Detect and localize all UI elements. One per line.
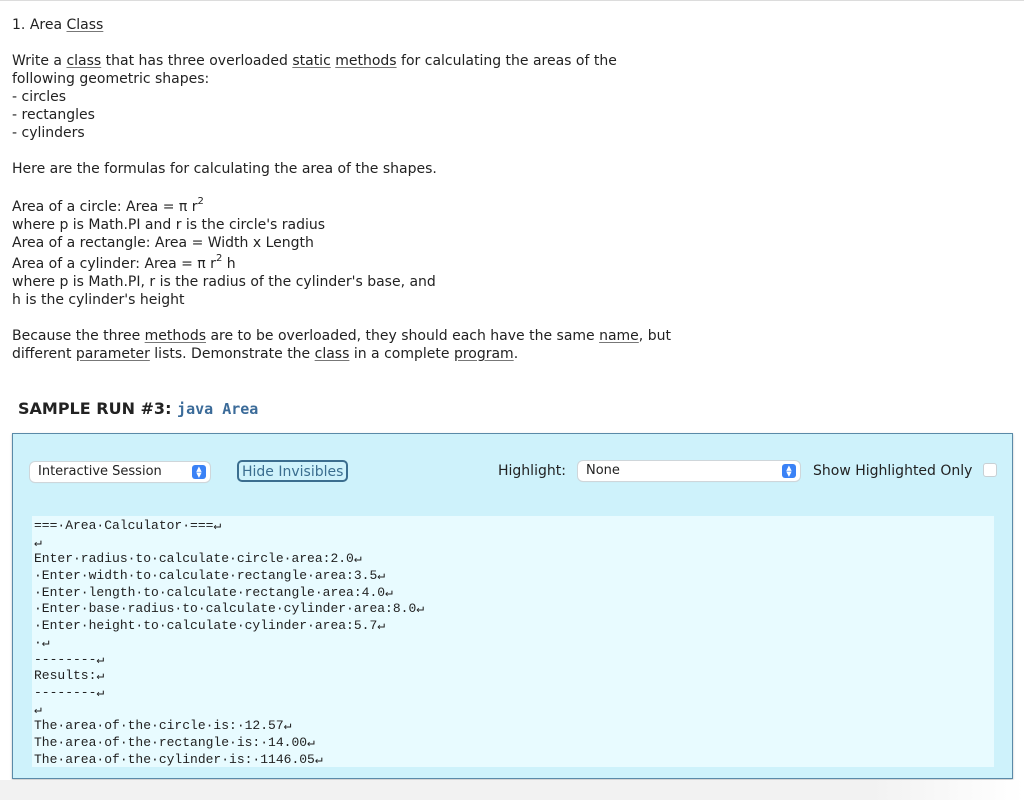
glossary-link-parameter[interactable]: parameter (76, 346, 150, 362)
show-highlighted-only-label: Show Highlighted Only (813, 463, 973, 479)
output-line: ·Enter·base·radius·to·calculate·cylinder… (34, 601, 425, 617)
closing-line: Because the three methods are to be over… (12, 327, 732, 345)
session-select[interactable]: Interactive Session ▲ ▼ (30, 462, 210, 482)
circle-formula-text: Area of a circle: Area = π r (12, 199, 198, 215)
text-segment: for calculating the areas of the (396, 53, 617, 69)
output-line: Enter·radius·to·calculate·circle·area:2.… (34, 551, 362, 567)
show-highlighted-only-checkbox[interactable] (983, 463, 997, 477)
output-line: The·area·of·the·circle·is:·12.57↵ (34, 718, 292, 734)
text-segment: , but (638, 328, 671, 344)
cylinder-formula-text: Area of a cylinder: Area = π r (12, 256, 216, 272)
circle-exponent: 2 (197, 196, 204, 208)
intro-line-2: following geometric shapes: (12, 71, 210, 87)
glossary-link-methods[interactable]: methods (335, 53, 396, 69)
shape-item: - cylinders (12, 125, 85, 141)
highlight-label: Highlight: (498, 463, 566, 479)
rectangle-formula: Area of a rectangle: Area = Width x Leng… (12, 235, 314, 251)
cylinder-exponent: 2 (215, 253, 223, 265)
session-select-value: Interactive Session (38, 464, 162, 479)
text-segment: different (12, 346, 76, 362)
glossary-link-static[interactable]: static (292, 53, 330, 69)
glossary-link-class[interactable]: class (315, 346, 350, 362)
highlight-select-value: None (586, 463, 620, 478)
output-line: ·Enter·width·to·calculate·rectangle·area… (34, 568, 386, 584)
output-line: ·Enter·height·to·calculate·cylinder·area… (34, 618, 386, 634)
problem-title-text: Area (29, 17, 63, 33)
text-segment: lists. Demonstrate the (149, 346, 315, 362)
hide-invisibles-button[interactable]: Hide Invisibles (237, 460, 349, 482)
output-line: The·area·of·the·cylinder·is:·1146.05↵ (34, 751, 323, 767)
output-line: ·Enter·length·to·calculate·rectangle·are… (34, 584, 393, 600)
output-line: ↵ (34, 534, 42, 550)
text-segment: . (513, 346, 519, 362)
output-line: ===·Area·Calculator·===↵ (34, 518, 222, 533)
glossary-link-class[interactable]: class (66, 53, 101, 69)
cylinder-formula-h: h (222, 256, 236, 272)
problem-description: 1. Area Class Write a class that has thr… (12, 16, 732, 363)
intro-line: Write a class that has three overloaded … (12, 52, 732, 70)
glossary-link-program[interactable]: program (454, 346, 514, 362)
problem-title: 1. Area Class (12, 16, 732, 34)
output-line: Results:↵ (34, 668, 105, 684)
text-segment: Write a (12, 53, 67, 69)
cylinder-formula: Area of a cylinder: Area = π r2 h (12, 253, 732, 273)
select-arrows-icon: ▲ ▼ (192, 465, 206, 479)
circle-formula: Area of a circle: Area = π r2 (12, 196, 732, 216)
glossary-link-class[interactable]: Class (66, 17, 103, 33)
output-line: ↵ (34, 701, 42, 717)
program-output: ===·Area·Calculator·===↵ ↵ Enter·radius·to… (32, 516, 994, 767)
output-line: --------↵ (34, 651, 105, 667)
sample-run-heading: SAMPLE RUN #3: java Area (18, 399, 258, 418)
output-line: ·↵ (34, 634, 50, 650)
sample-run-panel: Interactive Session ▲ ▼ Hide Invisibles H… (12, 433, 1013, 779)
cylinder-note: where p is Math.PI, r is the radius of t… (12, 274, 436, 290)
text-segment: are to be overloaded, they should each h… (206, 328, 600, 344)
cylinder-note-2: h is the cylinder's height (12, 292, 185, 308)
shape-item: - circles (12, 89, 67, 105)
text-segment: that has three overloaded (101, 53, 293, 69)
output-line: --------↵ (34, 684, 105, 700)
circle-note: where p is Math.PI and r is the circle's… (12, 217, 326, 233)
formulas-heading: Here are the formulas for calculating th… (12, 161, 437, 177)
text-segment: Because the three (12, 328, 145, 344)
glossary-link-name[interactable]: name (599, 328, 639, 344)
sample-run-command: java Area (177, 400, 259, 418)
output-line: The·area·of·the·rectangle·is:·14.00↵ (34, 734, 315, 750)
glossary-link-methods[interactable]: methods (145, 328, 206, 344)
page-bottom-shade (0, 780, 1024, 800)
top-divider (0, 0, 1024, 1)
closing-line-2: different parameter lists. Demonstrate t… (12, 345, 732, 363)
problem-number: 1. (12, 17, 26, 33)
text-segment: in a complete (349, 346, 454, 362)
shape-item: - rectangles (12, 107, 95, 123)
highlight-select[interactable]: None ▲ ▼ (578, 461, 800, 481)
select-arrows-icon: ▲ ▼ (782, 464, 796, 478)
sample-run-label: SAMPLE RUN #3: (18, 399, 172, 418)
